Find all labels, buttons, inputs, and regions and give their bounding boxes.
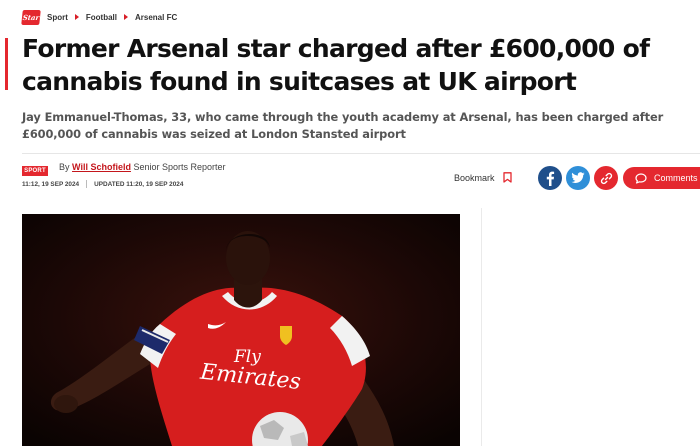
section-badge[interactable]: SPORT xyxy=(22,166,48,176)
bookmark-button[interactable]: Bookmark xyxy=(454,172,512,183)
author-role: Senior Sports Reporter xyxy=(133,162,226,172)
chevron-right-icon xyxy=(124,14,128,20)
twitter-icon xyxy=(571,172,585,183)
footballer-photo: Fly Emirates xyxy=(22,214,460,446)
byline-prefix: By xyxy=(59,162,70,172)
published-time: 11:12, 19 SEP 2024 xyxy=(22,180,80,188)
breadcrumb-item-sport[interactable]: Sport xyxy=(47,13,68,22)
updated-time: UPDATED 11:20, 19 SEP 2024 xyxy=(94,180,184,188)
date-separator xyxy=(86,180,88,188)
copy-link-button[interactable] xyxy=(594,166,618,190)
headline-accent-bar xyxy=(5,38,8,90)
article-headline: Former Arsenal star charged after £600,0… xyxy=(22,34,650,96)
twitter-share-button[interactable] xyxy=(566,166,590,190)
chevron-right-icon xyxy=(74,14,79,20)
byline: By Will Schofield Senior Sports Reporter xyxy=(59,162,226,172)
daily-star-logo[interactable]: Star xyxy=(21,9,41,25)
facebook-share-button[interactable] xyxy=(538,166,562,190)
comments-label: Comments xyxy=(654,173,698,183)
breadcrumb-item-arsenal[interactable]: Arsenal FC xyxy=(135,13,177,22)
comments-button[interactable]: Comments xyxy=(623,167,700,189)
breadcrumb-item-football[interactable]: Football xyxy=(86,13,117,22)
hero-image[interactable]: Fly Emirates xyxy=(22,214,460,446)
divider xyxy=(22,153,700,154)
facebook-icon xyxy=(546,171,555,186)
article-standfirst: Jay Emmanuel-Thomas, 33, who came throug… xyxy=(22,110,664,141)
bookmark-icon xyxy=(502,172,512,183)
sidebar-divider xyxy=(481,208,482,446)
publish-dates: 11:12, 19 SEP 2024 UPDATED 11:20, 19 SEP… xyxy=(22,180,183,188)
comment-bubble-icon xyxy=(635,172,647,184)
bookmark-label: Bookmark xyxy=(454,172,495,183)
author-link[interactable]: Will Schofield xyxy=(72,162,131,172)
link-icon xyxy=(600,172,612,184)
breadcrumb: Star Sport Football Arsenal FC xyxy=(21,9,177,25)
